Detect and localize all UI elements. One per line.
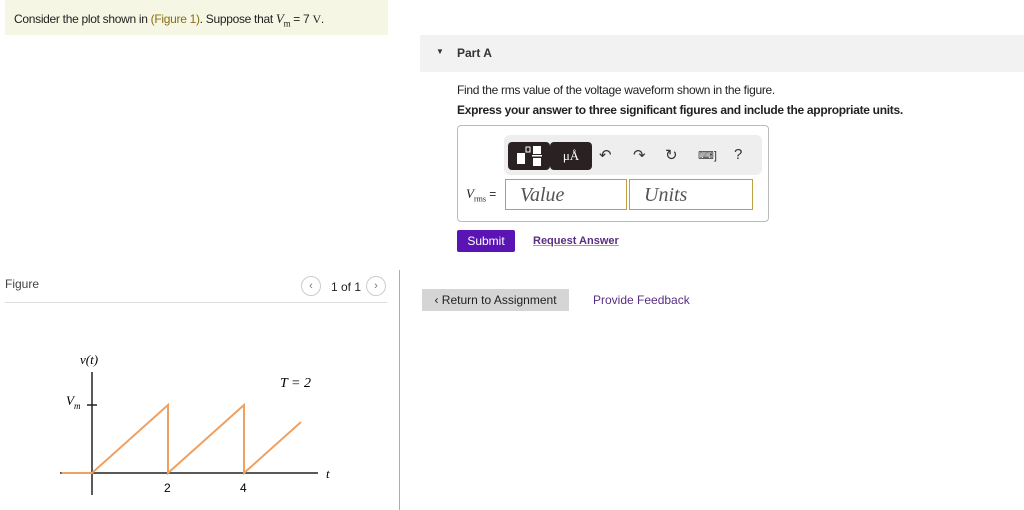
request-answer-link[interactable]: Request Answer (533, 235, 619, 247)
x-tick-label: 2 (164, 481, 171, 495)
fraction-template-icon (517, 146, 542, 166)
waveform-chart: v(t) t T = 2 Vm 2 4 (60, 352, 330, 495)
submit-button[interactable]: Submit (457, 230, 515, 252)
return-to-assignment-button[interactable]: ‹ Return to Assignment (422, 289, 569, 311)
vrms-label: Vrms = (466, 186, 496, 203)
answer-instructions: Express your answer to three significant… (457, 103, 903, 117)
period-annotation: T = 2 (280, 376, 311, 391)
reset-icon[interactable]: ↻ (665, 146, 678, 164)
waveform-line (61, 402, 302, 476)
x-tick-label: 4 (240, 481, 247, 495)
units-button[interactable]: μÅ (550, 142, 592, 170)
vm-tick-sub: m (74, 401, 81, 411)
value-input[interactable]: Value (505, 179, 627, 210)
undo-icon[interactable]: ↶ (599, 146, 612, 164)
question-prompt: Find the rms value of the voltage wavefo… (457, 83, 775, 97)
part-a-label: Part A (457, 46, 492, 60)
part-a-header[interactable] (420, 35, 1024, 72)
vrms-equals: = (485, 187, 497, 201)
redo-icon[interactable]: ↷ (633, 146, 646, 164)
vrms-sub: rms (473, 194, 486, 204)
return-label: Return to Assignment (441, 293, 557, 307)
vrms-symbol: V (466, 186, 474, 201)
y-axis-label: v(t) (80, 352, 98, 367)
keyboard-icon[interactable]: ⌨] (698, 149, 717, 162)
chevron-left-icon: ‹ (434, 293, 442, 307)
vm-tick-label: Vm (66, 393, 81, 411)
help-button[interactable]: ? (734, 146, 742, 163)
x-axis-label: t (326, 466, 330, 481)
collapse-arrow-icon[interactable]: ▼ (436, 47, 444, 56)
units-input[interactable]: Units (629, 179, 753, 210)
template-button[interactable] (508, 142, 550, 170)
provide-feedback-link[interactable]: Provide Feedback (593, 293, 690, 307)
